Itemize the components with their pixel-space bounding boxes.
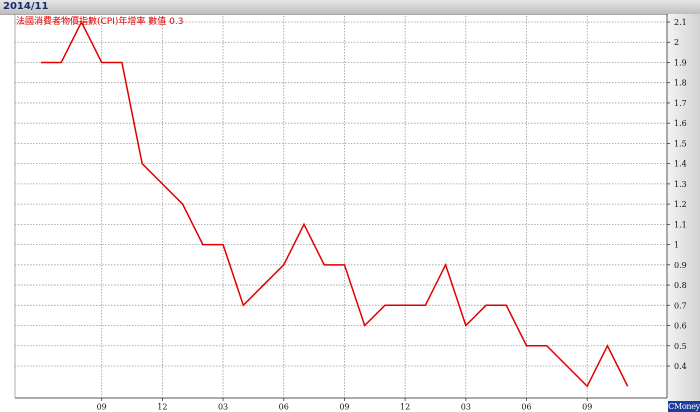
x-tick-label: 06	[279, 403, 289, 412]
y-tick-label: 0.7	[674, 301, 687, 310]
chart-title: 法國消費者物價指數(CPI)年增率 數值 0.3	[16, 15, 183, 27]
y-tick-label: 1.3	[674, 180, 687, 189]
axes	[14, 14, 670, 401]
y-tick-label: 0.9	[674, 261, 687, 270]
chart-frame: 2014/11 2.1 2 1.9 1.8 1.7 1.6 1.5 1.4 1.3 1.2 1.1 1…	[0, 0, 700, 412]
y-tick-label: 1.6	[674, 119, 687, 128]
x-tick-label: 12	[157, 403, 167, 412]
y-tick-label: 1.9	[674, 58, 687, 67]
y-tick-label: 2.1	[674, 18, 687, 27]
x-tick-label: 12	[400, 403, 410, 412]
x-tick-label: 09	[97, 403, 107, 412]
y-tick-label: 1.8	[674, 79, 687, 88]
y-tick-label: 1.2	[674, 200, 687, 209]
x-tick-label: 03	[461, 403, 471, 412]
x-tick-label: 09	[582, 403, 592, 412]
y-tick-label: 0.8	[674, 281, 687, 290]
y-tick-label: 1	[674, 241, 679, 250]
x-tick-label: 06	[521, 403, 531, 412]
x-tick-labels: 09120320130609120320140609	[97, 403, 593, 412]
watermark-badge: CMoney	[668, 401, 700, 412]
y-tick-label: 0.5	[674, 342, 687, 351]
y-tick-label: 1.1	[674, 220, 687, 229]
y-tick-label: 0.4	[674, 362, 687, 371]
y-tick-label: 2	[674, 38, 679, 47]
y-tick-label: 1.4	[674, 160, 687, 169]
line-chart: 2.1 2 1.9 1.8 1.7 1.6 1.5 1.4 1.3 1.2 1.1 1 0.9 0.8 0.…	[14, 14, 687, 412]
y-tick-label: 0.6	[674, 322, 687, 331]
y-tick-label: 1.7	[674, 99, 687, 108]
x-tick-label: 03	[218, 403, 228, 412]
x-tick-label: 09	[339, 403, 349, 412]
y-tick-labels: 2.1 2 1.9 1.8 1.7 1.6 1.5 1.4 1.3 1.2 1.1 1 0.9 0.8 0.…	[674, 18, 687, 371]
y-tick-label: 1.5	[674, 139, 687, 148]
gridlines	[15, 16, 667, 398]
